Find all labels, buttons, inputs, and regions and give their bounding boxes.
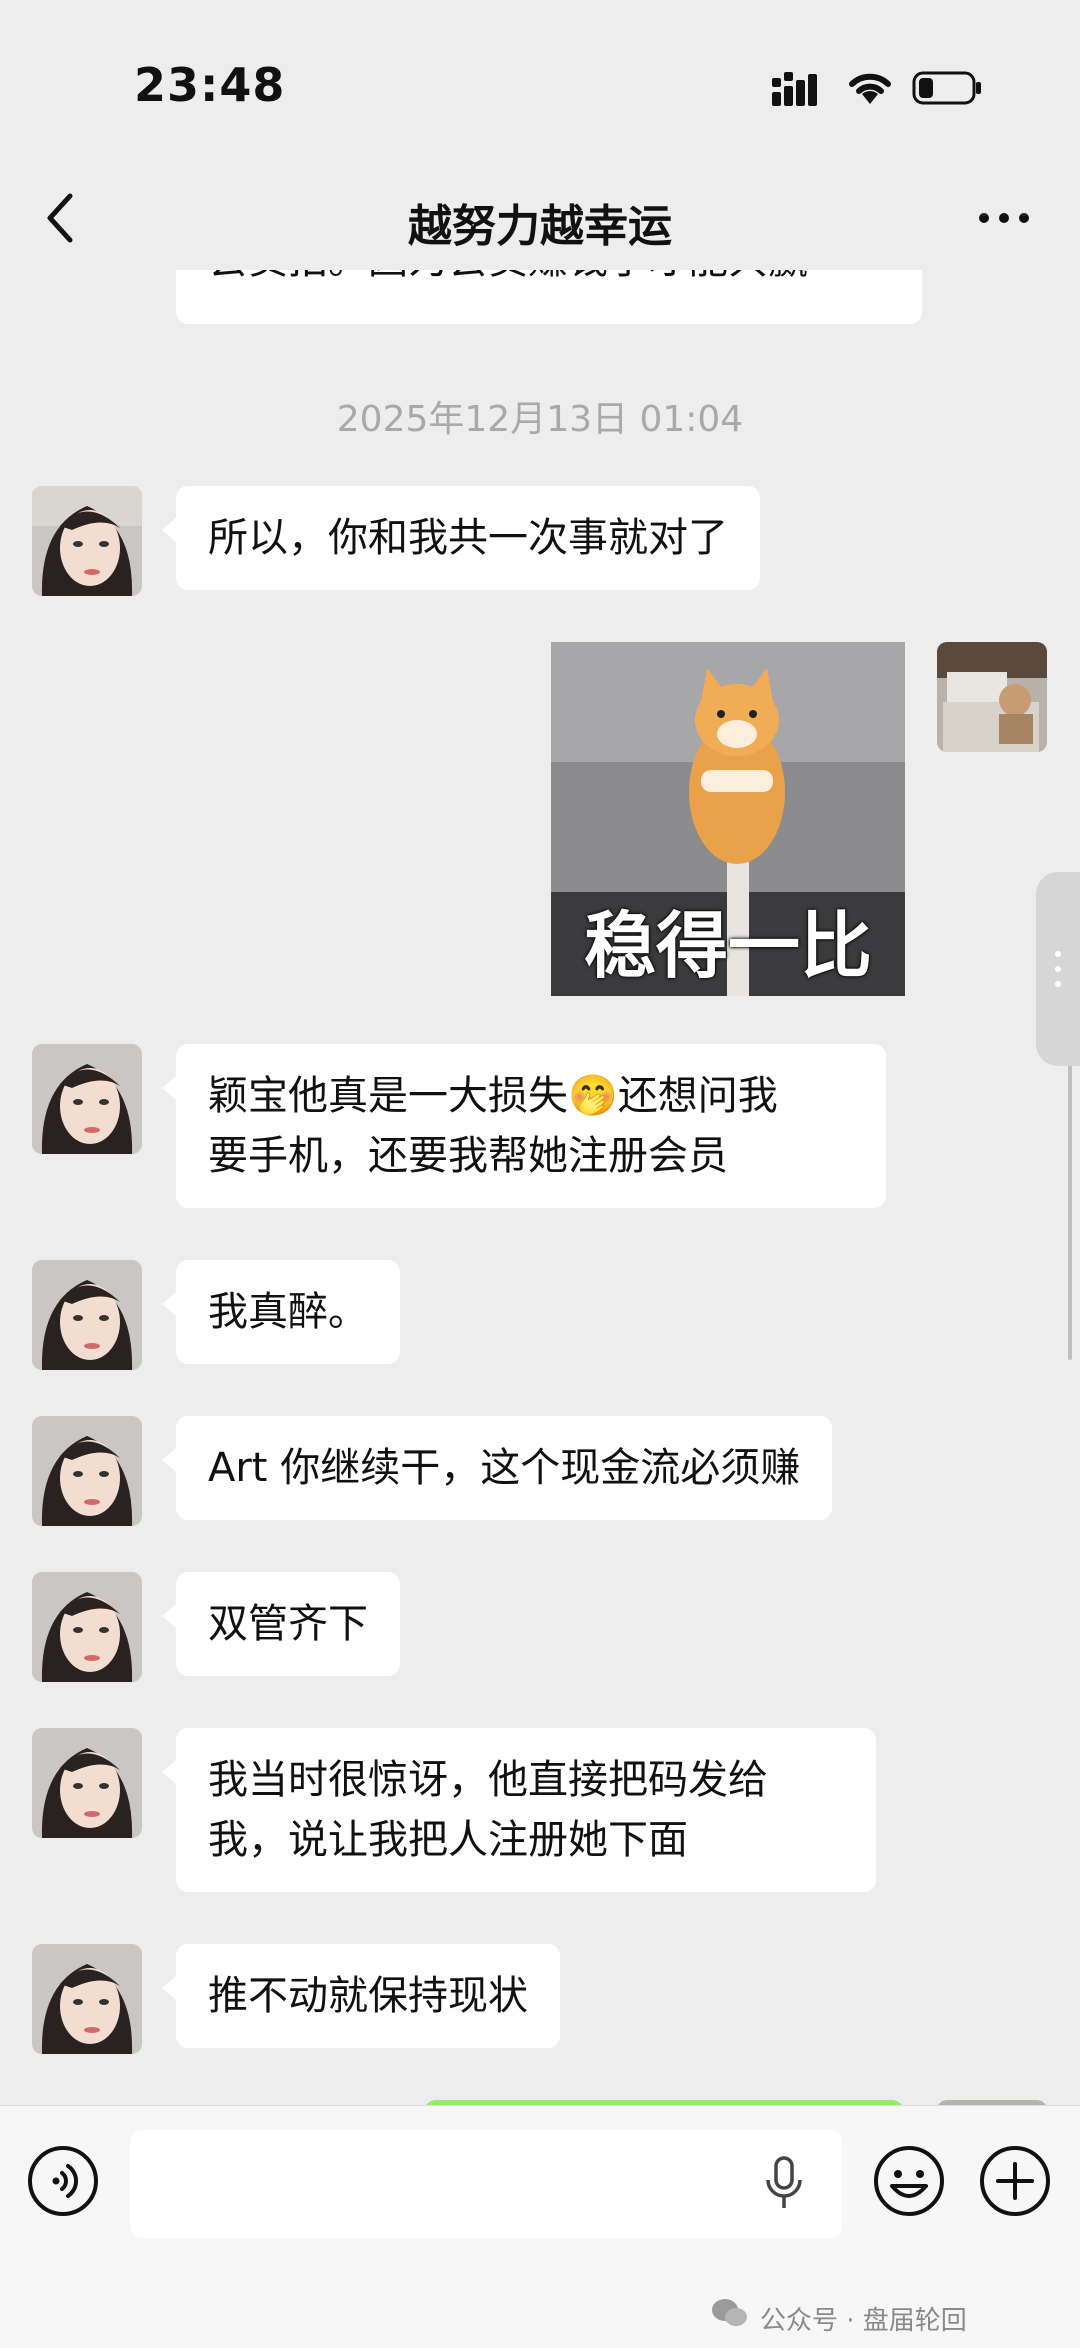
message-text: 我真醉。 <box>208 1289 368 1335</box>
message-text: 我当时很惊讶，他直接把码发给 <box>208 1757 768 1803</box>
message-text: 要手机，还要我帮她注册会员 <box>208 1133 728 1179</box>
message-bubble[interactable]: 我当时很惊讶，他直接把码发给 我，说让我把人注册她下面 <box>162 1728 876 1892</box>
wifi-icon <box>849 73 891 104</box>
message-bubble[interactable]: 所以，你和我共一次事就对了 <box>162 486 760 590</box>
message-bubble[interactable]: 双管齐下 <box>162 1572 400 1676</box>
contact-avatar[interactable] <box>32 486 142 596</box>
microphone-icon[interactable] <box>764 2156 804 2212</box>
watermark-text: 公众号 · 盘届轮回 <box>760 2306 967 2336</box>
more-options-icon[interactable] <box>978 206 1030 230</box>
signal-icon <box>772 72 817 106</box>
message-text: 会员拍。因为会员赚钱了才能共赢 <box>208 270 808 283</box>
message-bubble[interactable]: 推不动就保持现状 <box>162 1944 560 2048</box>
sticker-image[interactable]: 稳得一比 <box>551 642 905 996</box>
message-bubble[interactable]: 我真醉。 <box>162 1260 400 1364</box>
status-time: 23:48 <box>134 58 286 112</box>
emoji-icon[interactable] <box>872 2144 946 2218</box>
message-text: 推不动就保持现状 <box>208 1973 528 2019</box>
status-bar: 23:48 <box>0 0 1080 170</box>
message-bubble[interactable]: 颖宝他真是一大损失🤭还想问我 要手机，还要我帮她注册会员 <box>162 1044 886 1208</box>
message-timestamp: 2025年12月13日 01:04 <box>336 399 744 440</box>
contact-avatar[interactable] <box>32 1260 142 1370</box>
message-text: 颖宝他真是一大损失 <box>208 1073 568 1119</box>
contact-avatar[interactable] <box>32 1416 142 1526</box>
chat-message-list[interactable]: 会员拍。因为会员赚钱了才能共赢 2025年12月13日 01:04 所以，你和我… <box>0 270 1080 2105</box>
chat-title: 越努力越幸运 <box>408 201 672 252</box>
message-bubble[interactable]: Art 你继续干，这个现金流必须赚 <box>161 1416 833 1520</box>
thinking-face-emoji-icon: 🤭 <box>568 1073 618 1119</box>
chat-header: 越努力越幸运 <box>0 170 1080 270</box>
scrollbar-handle[interactable] <box>1036 872 1080 1066</box>
my-avatar[interactable] <box>937 642 1047 752</box>
battery-icon <box>912 71 981 105</box>
message-text: Art 你继续干，这个现金流必须赚 <box>208 1445 801 1491</box>
message-input[interactable] <box>130 2130 842 2238</box>
contact-avatar[interactable] <box>32 1572 142 1682</box>
message-bubble-partial[interactable]: 会员拍。因为会员赚钱了才能共赢 <box>176 270 922 324</box>
message-text: 双管齐下 <box>208 1601 368 1647</box>
message-text: 还想问我 <box>617 1073 778 1119</box>
drag-handle-icon <box>1055 951 1061 987</box>
wechat-logo-icon <box>712 2299 747 2326</box>
contact-avatar[interactable] <box>32 1044 142 1154</box>
contact-avatar[interactable] <box>32 1728 142 1838</box>
message-text: 我，说让我把人注册她下面 <box>208 1817 688 1863</box>
message-text: 所以，你和我共一次事就对了 <box>208 515 728 561</box>
contact-avatar[interactable] <box>32 1944 142 2054</box>
sticker-caption: 稳得一比 <box>583 904 872 988</box>
voice-input-icon[interactable] <box>26 2144 100 2218</box>
add-attachment-icon[interactable] <box>978 2144 1052 2218</box>
